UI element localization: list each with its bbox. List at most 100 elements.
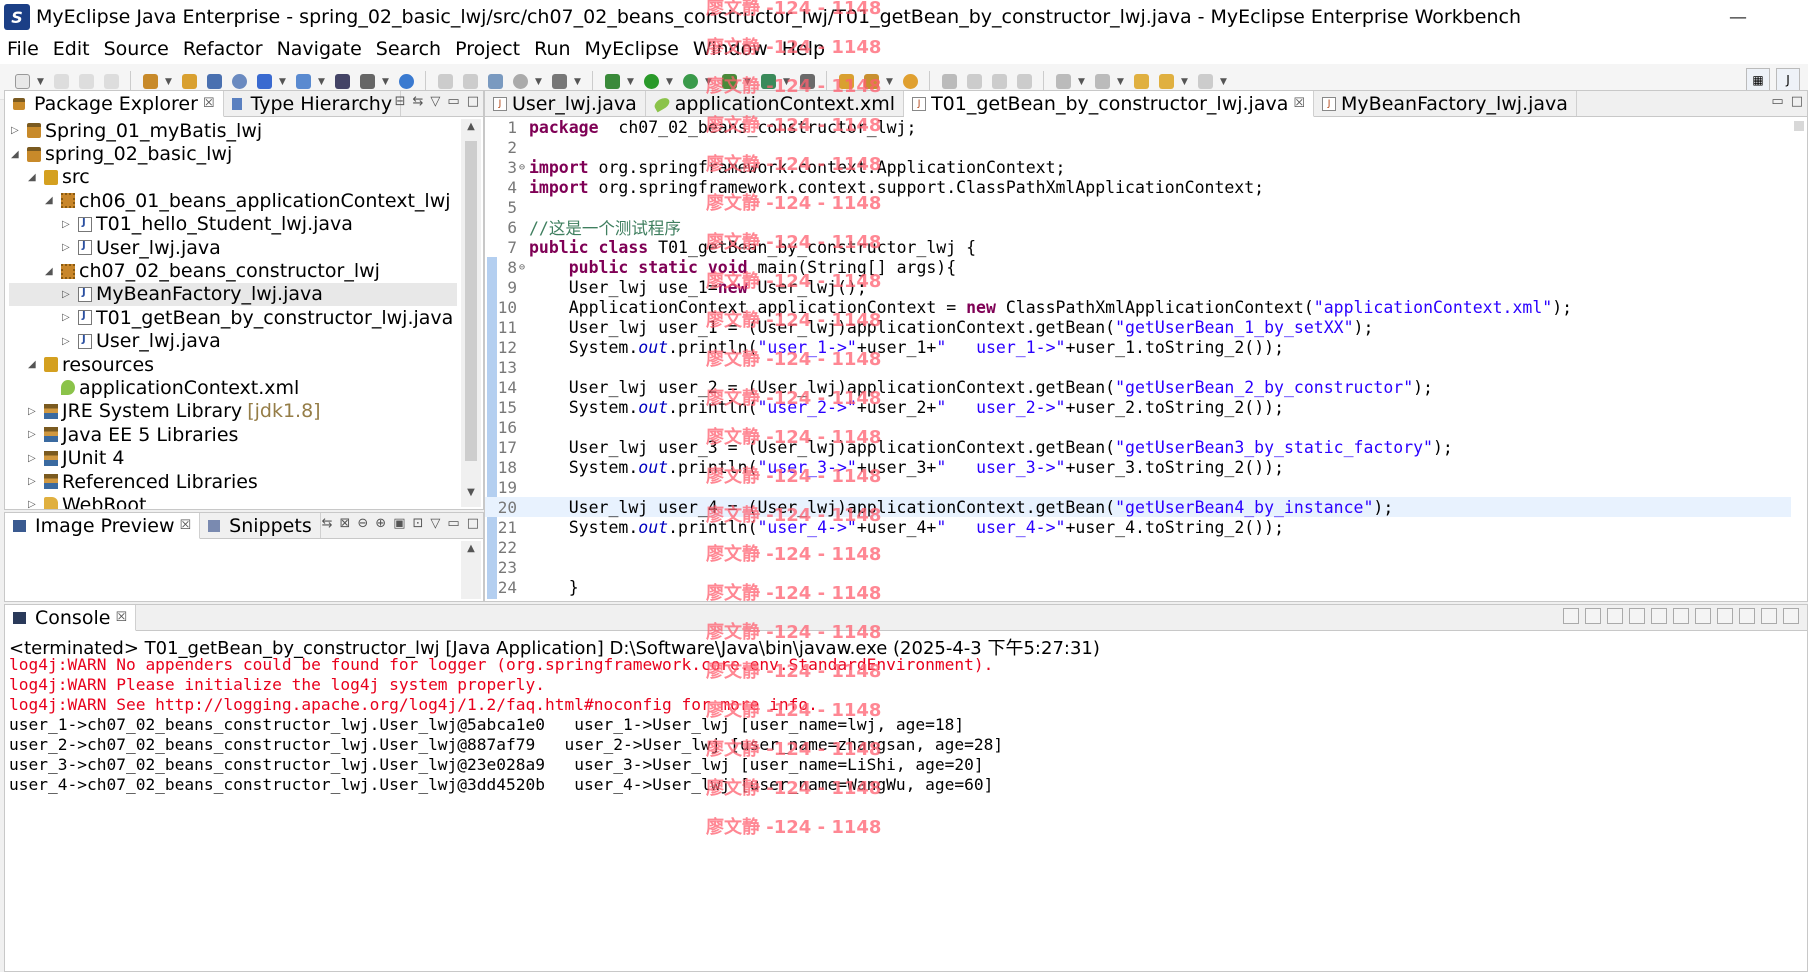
code-line[interactable]: 16: [485, 417, 1807, 437]
tree-item[interactable]: ◢ src: [9, 166, 457, 189]
expand-icon[interactable]: ▷: [28, 453, 44, 464]
tree-item[interactable]: ◢ resources: [9, 353, 457, 376]
pin-console-icon[interactable]: [1695, 608, 1711, 624]
code-line[interactable]: 24 }: [485, 577, 1807, 597]
block-icon[interactable]: [1014, 72, 1034, 92]
pin-icon[interactable]: [939, 72, 959, 92]
minimize-icon[interactable]: ▭: [447, 516, 459, 531]
dropdown-icon[interactable]: ▼: [1117, 77, 1126, 87]
menu-project[interactable]: Project: [448, 38, 527, 60]
search-icon[interactable]: [510, 72, 530, 92]
dropdown-icon[interactable]: ▼: [1078, 77, 1087, 87]
share-icon[interactable]: [332, 72, 352, 92]
menu-file[interactable]: File: [0, 38, 46, 60]
expand-icon[interactable]: ◢: [28, 172, 44, 183]
dropdown-icon[interactable]: ▼: [165, 77, 174, 87]
console-output[interactable]: log4j:WARN No appenders could be found f…: [9, 655, 1003, 795]
nav-forward-icon[interactable]: [1195, 72, 1215, 92]
open-perspective-icon[interactable]: [485, 72, 505, 92]
fit-window-icon[interactable]: ⊡: [413, 516, 424, 531]
code-line[interactable]: 7 public class T01_getBean_by_constructor…: [485, 237, 1807, 257]
tree-item[interactable]: ◢ spring_02_basic_lwj: [9, 142, 457, 165]
terminate-icon[interactable]: [1563, 608, 1579, 624]
expand-icon[interactable]: ▷: [62, 312, 78, 323]
edit-icon[interactable]: [964, 72, 984, 92]
dropdown-icon[interactable]: ▼: [627, 77, 636, 87]
code-area[interactable]: 1 package ch07_02_beans_constructor_lwj; 2…: [485, 117, 1807, 601]
code-line[interactable]: 9 User_lwj use_1= new User_lwj();: [485, 277, 1807, 297]
dropdown-icon[interactable]: ▼: [1181, 77, 1190, 87]
code-line[interactable]: 8 ⊖ public static void main(String[] args…: [485, 257, 1807, 277]
editor-tab[interactable]: J User_lwj.java: [485, 91, 646, 116]
minimize-icon[interactable]: ▭: [1771, 94, 1783, 109]
code-line[interactable]: 1 package ch07_02_beans_constructor_lwj;: [485, 117, 1807, 137]
deploy-icon[interactable]: [254, 72, 274, 92]
minimize-icon[interactable]: [1761, 608, 1777, 624]
code-line[interactable]: 14 User_lwj user_2 = (User_lwj)applicati…: [485, 377, 1807, 397]
task-icon[interactable]: [900, 72, 920, 92]
web-icon[interactable]: [293, 72, 313, 92]
dropdown-icon[interactable]: ▼: [705, 77, 714, 87]
scroll-up-icon[interactable]: ▲: [461, 121, 481, 139]
last-edit-icon[interactable]: [1131, 72, 1151, 92]
open-console-icon[interactable]: [1739, 608, 1755, 624]
actual-size-icon[interactable]: ▣: [393, 516, 405, 531]
close-icon[interactable]: ☒: [1293, 96, 1305, 111]
expand-icon[interactable]: ▷: [28, 499, 44, 509]
code-line[interactable]: 12 System. out .println("user_1->" +user_1+…: [485, 337, 1807, 357]
menu-source[interactable]: Source: [97, 38, 176, 60]
wizard-icon[interactable]: [797, 72, 817, 92]
tree-item[interactable]: applicationContext.xml: [9, 376, 457, 399]
code-line[interactable]: 20 User_lwj user_4 = (User_lwj)applicati…: [485, 497, 1807, 517]
globe-icon[interactable]: [396, 72, 416, 92]
coverage-icon[interactable]: [680, 72, 700, 92]
code-line[interactable]: 11 User_lwj user_1 = (User_lwj)applicati…: [485, 317, 1807, 337]
tree-item[interactable]: ▷ T01_hello_Student_lwj.java: [9, 213, 457, 236]
nav-back-icon[interactable]: [1156, 72, 1176, 92]
collapse-all-icon[interactable]: ⊟: [395, 94, 406, 109]
code-line[interactable]: 4 import org.springframework.context.supp…: [485, 177, 1807, 197]
tree-item[interactable]: ▷ User_lwj.java: [9, 236, 457, 259]
camera-icon[interactable]: [549, 72, 569, 92]
tab-type-hierarchy[interactable]: Type Hierarchy: [224, 91, 402, 116]
menu-window[interactable]: Window: [686, 38, 775, 60]
refresh-icon[interactable]: ⇆: [322, 516, 333, 531]
dropdown-icon[interactable]: ▼: [37, 77, 46, 87]
expand-icon[interactable]: ▷: [62, 289, 78, 300]
profile-icon[interactable]: [719, 72, 739, 92]
scroll-down-icon[interactable]: ▼: [461, 487, 481, 505]
maximize-icon[interactable]: □: [467, 516, 479, 531]
dropdown-icon[interactable]: ▼: [382, 77, 391, 87]
preview-scrollbar[interactable]: ▲: [461, 541, 481, 599]
tree-item[interactable]: ▷ T01_getBean_by_constructor_lwj.java: [9, 306, 457, 329]
tree-item[interactable]: ◢ ch06_01_beans_applicationContext_lwj: [9, 189, 457, 212]
expand-icon[interactable]: ▷: [28, 476, 44, 487]
word-wrap-icon[interactable]: [1673, 608, 1689, 624]
fold-icon[interactable]: ⊖: [519, 162, 529, 173]
view-menu-icon[interactable]: ▽: [430, 94, 440, 109]
print-icon[interactable]: [101, 72, 121, 92]
package-icon[interactable]: [204, 72, 224, 92]
scroll-up-icon[interactable]: ▲: [461, 543, 481, 561]
save-all-icon[interactable]: [76, 72, 96, 92]
expand-icon[interactable]: ▷: [62, 336, 78, 347]
dropdown-icon[interactable]: ▼: [318, 77, 327, 87]
save-icon[interactable]: [51, 72, 71, 92]
menu-search[interactable]: Search: [369, 38, 448, 60]
code-line[interactable]: 6 //这是一个测试程序: [485, 217, 1807, 239]
tab-package-explorer[interactable]: Package Explorer ☒: [5, 91, 224, 117]
new-project-icon[interactable]: [140, 72, 160, 92]
editor-tab[interactable]: J T01_getBean_by_constructor_lwj.java ☒: [904, 91, 1315, 117]
minimize-icon[interactable]: ▭: [447, 94, 459, 109]
dropdown-icon[interactable]: ▼: [574, 77, 583, 87]
run-icon[interactable]: [641, 72, 661, 92]
remove-launch-icon[interactable]: [1585, 608, 1601, 624]
expand-icon[interactable]: ▷: [28, 406, 44, 417]
menu-refactor[interactable]: Refactor: [176, 38, 270, 60]
toggle-icon[interactable]: [989, 72, 1009, 92]
next-annotation-icon[interactable]: [1053, 72, 1073, 92]
code-line[interactable]: 3 ⊖ import org.springframework.context.App…: [485, 157, 1807, 177]
dropdown-icon[interactable]: ▼: [744, 77, 753, 87]
close-icon[interactable]: ☒: [203, 96, 215, 111]
brush-icon[interactable]: [861, 72, 881, 92]
